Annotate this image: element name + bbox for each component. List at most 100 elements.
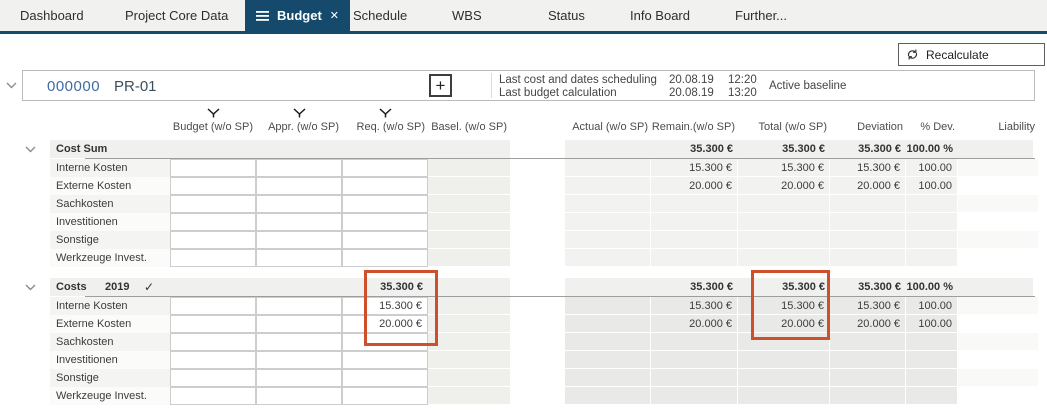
cell-appr[interactable] [256,195,342,213]
row-label: Interne Kosten [50,159,170,177]
cell-remain [651,249,738,267]
cell-appr[interactable] [256,315,342,333]
cell-budget[interactable] [170,177,256,195]
cell-req[interactable] [342,351,428,369]
cell-remain [651,195,738,213]
group-collapse-chevron-icon[interactable] [24,145,37,154]
cell-req[interactable] [342,387,428,405]
column-header-total: Total (w/o SP) [758,121,827,133]
cell-basel [428,297,510,315]
cell-budget[interactable] [170,213,256,231]
row-label: Externe Kosten [50,315,170,333]
menu-hamburger-icon[interactable] [256,10,269,21]
cell-budget[interactable] [170,159,256,177]
cell-basel [428,159,510,177]
row-label: Interne Kosten [50,297,170,315]
row-label: Investitionen [50,213,170,231]
column-header-remain: Remain.(w/o SP) [651,121,735,133]
column-header-liability: Liability [998,121,1035,133]
cell-deviation [830,249,906,267]
cell-pct [906,351,958,369]
cell-req[interactable] [342,177,428,195]
cell-pct: 100.00 % [906,297,958,330]
cell-remain [651,369,738,387]
cell-appr[interactable] [256,249,342,267]
cell-total [738,369,830,387]
cell-budget[interactable] [170,351,256,369]
cell-pct [906,387,958,405]
summary-remain: 35.300 € [690,281,733,293]
cell-appr[interactable] [256,231,342,249]
cell-budget[interactable] [170,195,256,213]
cell-liability [958,333,1038,351]
row-label: Werkzeuge Invest. [50,249,170,267]
cell-budget[interactable] [170,315,256,333]
cell-actual [565,159,651,177]
group-collapse-chevron-icon[interactable] [24,283,37,292]
cell-pct [906,369,958,387]
cell-appr[interactable] [256,213,342,231]
cell-deviation: 15.300 € [830,159,906,177]
cost-grid: Budget (w/o SP) Appr. (w/o SP) Req. (w/o S… [0,0,1047,416]
cell-appr[interactable] [256,333,342,351]
cell-liability [958,177,1038,195]
cell-total [738,249,830,267]
close-icon[interactable]: ✕ [330,9,339,22]
cell-remain: 20.000 € [651,315,738,333]
row-label: Werkzeuge Invest. [50,387,170,405]
cell-budget[interactable] [170,369,256,387]
cell-remain [651,213,738,231]
cell-basel [428,213,510,231]
cell-budget[interactable] [170,231,256,249]
cell-req[interactable] [342,195,428,213]
cell-appr[interactable] [256,297,342,315]
cell-actual [565,351,651,369]
filter-icon [292,107,306,118]
cell-deviation: 15.300 € [830,297,906,315]
group-year: 2019 [105,281,130,293]
cell-budget[interactable] [170,249,256,267]
cell-remain [651,333,738,351]
column-header-basel: Basel. (w/o SP) [431,121,507,133]
cell-req[interactable] [342,369,428,387]
highlight-box-total-column [751,270,830,340]
cell-actual [565,369,651,387]
summary-pct: 100.00 % [906,281,953,293]
cell-appr[interactable] [256,387,342,405]
cell-total: 15.300 € [738,159,830,177]
cell-liability [958,369,1038,387]
cell-req[interactable] [342,159,428,177]
cell-pct: 100.00 % [906,159,958,192]
tab-budget[interactable]: Budget ✕ [245,0,350,31]
cell-deviation: 20.000 € [830,177,906,195]
cell-appr[interactable] [256,351,342,369]
summary-total: 35.300 € [782,143,825,155]
cell-budget[interactable] [170,297,256,315]
cell-actual [565,195,651,213]
cell-budget[interactable] [170,333,256,351]
summary-pct: 100.00 % [906,143,953,155]
cell-req[interactable] [342,213,428,231]
column-header-budget: Budget (w/o SP) [172,121,253,133]
row-label: Sachkosten [50,333,170,351]
cell-deviation [830,213,906,231]
highlight-box-req-column [364,270,438,346]
cell-budget[interactable] [170,387,256,405]
budget-module-window: Dashboard Project Core Data Budget ✕ Schedul… [0,0,1047,416]
cell-appr[interactable] [256,369,342,387]
cell-req[interactable] [342,249,428,267]
cell-appr[interactable] [256,177,342,195]
tab-label: Budget [277,8,322,23]
cell-deviation [830,195,906,213]
cell-deviation: 20.000 € [830,315,906,333]
cell-req[interactable] [342,231,428,249]
cell-liability [958,297,1038,315]
cell-pct [906,333,958,351]
cell-liability [958,315,1038,333]
cell-appr[interactable] [256,159,342,177]
row-label: Sonstige [50,369,170,387]
cell-remain [651,387,738,405]
cell-pct [906,195,958,213]
column-header-deviation: Deviation [857,121,903,133]
active-check-icon[interactable]: ✓ [144,278,154,296]
